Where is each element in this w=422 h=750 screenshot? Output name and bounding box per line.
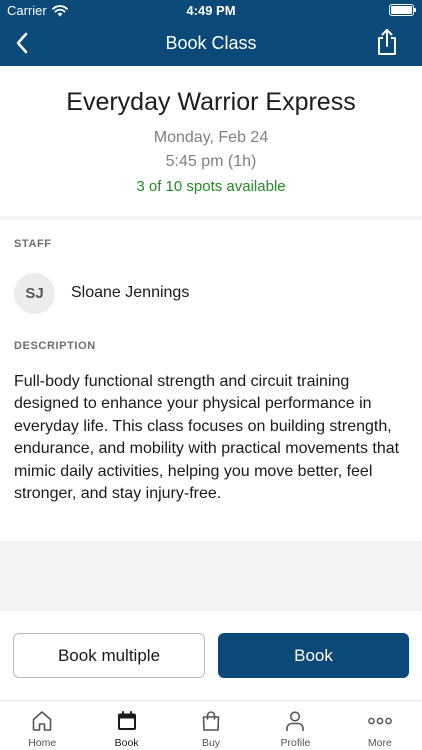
spots-available: 3 of 10 spots available — [136, 178, 286, 195]
tab-buy-label: Buy — [201, 737, 221, 749]
book-button[interactable]: Book — [218, 633, 409, 678]
class-time: 5:45 pm (1h) — [165, 153, 257, 170]
home-icon — [32, 711, 52, 731]
class-name: Everyday Warrior Express — [66, 88, 356, 116]
battery-icon — [389, 4, 416, 16]
content-footer-spacer — [0, 541, 422, 611]
book-class-screen: Carrier 4:49 PM Book Class Everyday Warr… — [0, 0, 422, 750]
chevron-left-icon — [16, 32, 28, 54]
status-bar: Carrier 4:49 PM — [0, 0, 422, 20]
share-icon — [378, 29, 396, 55]
tab-profile-label: Profile — [280, 737, 311, 749]
person-icon — [286, 711, 305, 731]
class-description: Full-body functional strength and circui… — [14, 373, 400, 503]
class-date: Monday, Feb 24 — [153, 129, 269, 146]
tab-profile[interactable]: Profile — [253, 701, 337, 750]
section-divider — [0, 216, 422, 220]
tab-book[interactable]: Book — [84, 701, 168, 750]
tab-book-label: Book — [114, 737, 139, 749]
back-button[interactable] — [8, 29, 36, 57]
tab-more[interactable]: More — [338, 701, 422, 750]
navigation-bar: Book Class — [0, 20, 422, 66]
status-time: 4:49 PM — [186, 3, 236, 18]
staff-name: Sloane Jennings — [71, 284, 190, 301]
class-header: Everyday Warrior Express Monday, Feb 24 … — [0, 66, 422, 216]
tab-buy[interactable]: Buy — [169, 701, 253, 750]
avatar: SJ — [14, 272, 55, 314]
description-section-label: DESCRIPTION — [14, 340, 96, 352]
staff-section-label: STAFF — [14, 238, 52, 250]
shopping-bag-icon — [202, 711, 220, 731]
book-multiple-button[interactable]: Book multiple — [13, 633, 205, 678]
share-button[interactable] — [372, 27, 402, 57]
tab-home[interactable]: Home — [0, 701, 84, 750]
tab-home-label: Home — [28, 737, 57, 749]
tab-more-label: More — [367, 737, 392, 749]
more-dots-icon — [367, 717, 392, 725]
page-title: Book Class — [165, 33, 257, 53]
staff-row[interactable]: SJ Sloane Jennings — [14, 272, 189, 314]
tab-bar: Home Book Buy Profile More — [0, 700, 422, 750]
calendar-icon — [117, 711, 136, 730]
booking-actions: Book multiple Book — [0, 611, 422, 700]
